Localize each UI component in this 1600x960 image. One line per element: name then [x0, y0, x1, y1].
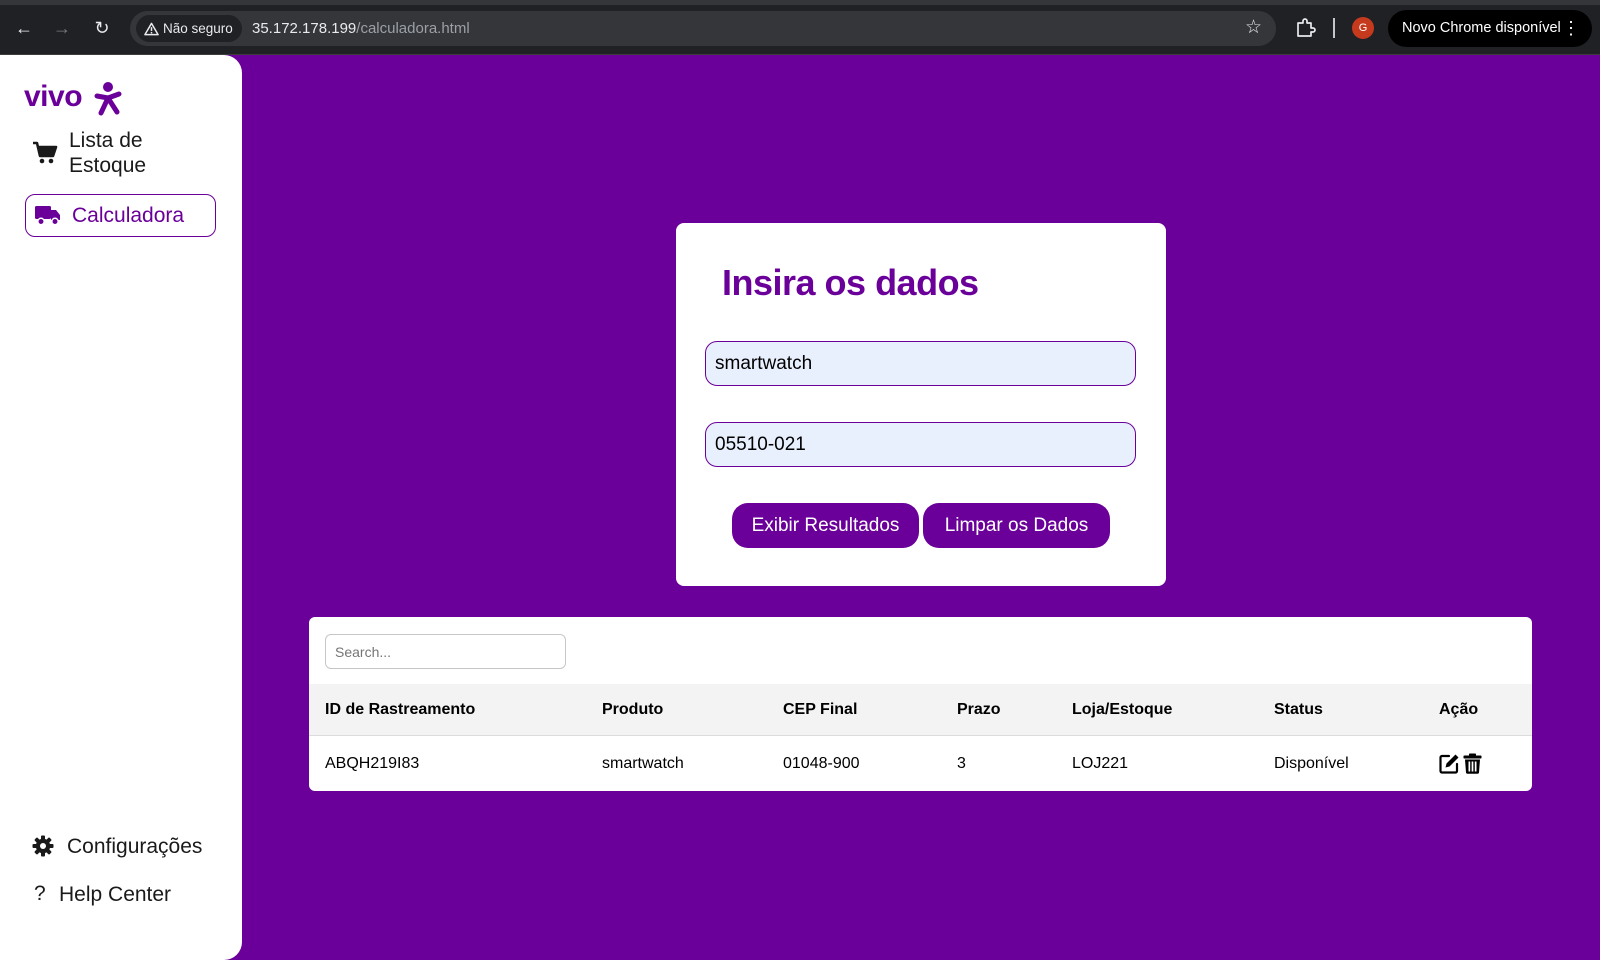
url-text[interactable]: 35.172.178.199/calculadora.html	[252, 11, 470, 46]
column-header[interactable]: Status	[1274, 700, 1323, 720]
sidebar-item-label: Configurações	[67, 835, 203, 858]
security-label: Não seguro	[163, 21, 233, 36]
sidebar-item-label: Help Center	[59, 883, 172, 906]
cep-input[interactable]	[705, 422, 1136, 467]
url-path: /calculadora.html	[356, 20, 470, 37]
forward-arrow-icon[interactable]: →	[50, 16, 74, 40]
column-header[interactable]: Loja/Estoque	[1072, 700, 1172, 720]
warning-icon	[144, 22, 159, 36]
logo-text: vivo	[24, 80, 83, 113]
question-icon: ?	[34, 882, 46, 905]
form-title: Insira os dados	[722, 262, 979, 303]
sidebar-item-label: Lista de Estoque	[69, 129, 147, 177]
cell-status: Disponível	[1274, 755, 1349, 772]
sidebar-item-configuracoes[interactable]: Configurações	[32, 833, 232, 861]
toolbar-divider	[1333, 18, 1335, 38]
cell-loja-estoque: LOJ221	[1072, 755, 1129, 772]
column-header[interactable]: ID de Rastreamento	[325, 700, 475, 720]
cart-icon	[33, 141, 58, 164]
extensions-puzzle-icon[interactable]	[1294, 17, 1316, 39]
trash-icon[interactable]	[1463, 753, 1485, 775]
search-input[interactable]	[325, 634, 566, 669]
results-table-card: ID de Rastreamento Produto CEP Final Pra…	[309, 617, 1532, 791]
bookmark-star-icon[interactable]: ☆	[1245, 17, 1262, 39]
column-header[interactable]: Prazo	[957, 700, 1001, 720]
cell-cep-final: 01048-900	[783, 755, 860, 772]
column-header[interactable]: CEP Final	[783, 700, 857, 720]
update-label: Novo Chrome disponível	[1402, 20, 1561, 36]
table-header: ID de Rastreamento Produto CEP Final Pra…	[309, 684, 1532, 736]
tab-strip	[0, 0, 1600, 5]
cell-produto: smartwatch	[602, 755, 684, 772]
profile-avatar[interactable]: G	[1352, 17, 1374, 39]
sidebar-item-lista-estoque[interactable]: Lista de Estoque	[32, 128, 222, 180]
browser-toolbar: ← → ↻ Não seguro 35.172.178.199/calculad…	[0, 0, 1600, 55]
cell-prazo: 3	[957, 755, 966, 772]
column-header[interactable]: Produto	[602, 700, 663, 720]
sidebar-item-calculadora[interactable]: Calculadora	[25, 194, 216, 237]
gear-icon	[32, 835, 54, 857]
limpar-dados-button[interactable]: Limpar os Dados	[923, 503, 1110, 548]
chrome-update-button[interactable]: Novo Chrome disponível ⋮	[1388, 10, 1592, 47]
security-chip[interactable]: Não seguro	[136, 15, 242, 42]
more-menu-icon[interactable]: ⋮	[1562, 10, 1580, 47]
cell-tracking-id: ABQH219I83	[325, 755, 420, 772]
table-row: ABQH219I83 smartwatch 01048-900 3 LOJ221…	[309, 737, 1532, 791]
vivo-person-icon	[94, 82, 122, 116]
url-host: 35.172.178.199	[252, 20, 357, 37]
sidebar: vivo Lista de Estoque Calculadora Config…	[0, 55, 242, 960]
sidebar-item-help-center[interactable]: ? Help Center	[32, 881, 232, 909]
exibir-resultados-button[interactable]: Exibir Resultados	[732, 503, 919, 548]
produto-input[interactable]	[705, 341, 1136, 386]
reload-icon[interactable]: ↻	[90, 16, 114, 40]
sidebar-item-label: Calculadora	[72, 204, 185, 227]
back-arrow-icon[interactable]: ←	[12, 16, 36, 40]
edit-icon[interactable]	[1439, 753, 1461, 775]
truck-icon	[35, 206, 60, 226]
data-entry-card: Insira os dados Exibir Resultados Limpar…	[676, 223, 1166, 586]
column-header: Ação	[1439, 701, 1479, 718]
address-bar[interactable]: Não seguro 35.172.178.199/calculadora.ht…	[130, 11, 1276, 46]
